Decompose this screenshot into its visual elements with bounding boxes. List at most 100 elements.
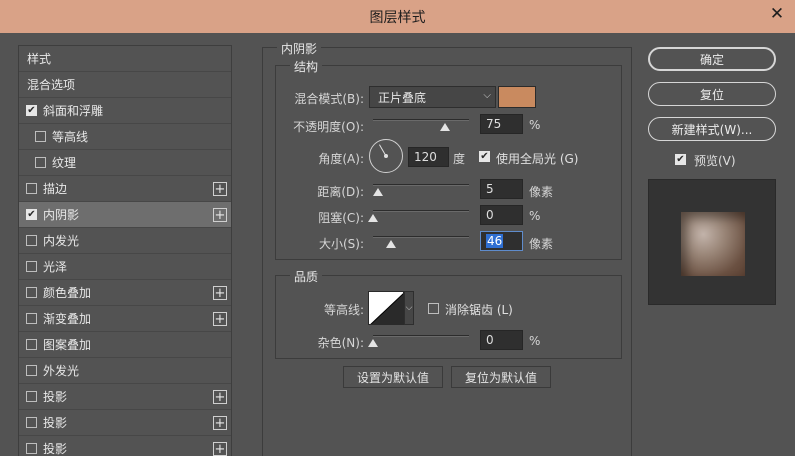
- contour-preview[interactable]: [368, 291, 404, 325]
- noise-label: 杂色(N):: [317, 336, 364, 350]
- add-icon[interactable]: +: [213, 442, 227, 456]
- noise-input[interactable]: 0: [480, 330, 523, 350]
- global-light-checkbox[interactable]: ✔: [479, 151, 490, 162]
- noise-unit: %: [529, 334, 541, 348]
- style-checkbox[interactable]: [26, 443, 37, 454]
- blend-mode-value: 正片叠底: [378, 90, 427, 105]
- size-slider[interactable]: [373, 236, 469, 238]
- angle-dial[interactable]: [369, 139, 403, 173]
- style-list-item[interactable]: 投影 +: [19, 436, 231, 456]
- contour-curve: [370, 293, 403, 324]
- style-list-item[interactable]: ✔ 斜面和浮雕: [19, 98, 231, 124]
- opacity-unit: %: [529, 118, 541, 132]
- choke-unit: %: [529, 209, 541, 223]
- antialias-checkbox[interactable]: [428, 303, 439, 314]
- style-checkbox[interactable]: [35, 131, 46, 142]
- window-title: 图层样式: [369, 9, 426, 26]
- add-icon[interactable]: +: [213, 416, 227, 430]
- style-checkbox[interactable]: ✔: [26, 209, 37, 220]
- distance-slider[interactable]: [373, 184, 469, 186]
- style-list-item[interactable]: 等高线: [19, 124, 231, 150]
- style-list-label: 内阴影: [43, 208, 80, 222]
- inner-shadow-title: 内阴影: [277, 40, 322, 57]
- style-list-label: 内发光: [43, 234, 80, 248]
- style-list-item[interactable]: 纹理: [19, 150, 231, 176]
- opacity-slider[interactable]: [373, 119, 469, 121]
- style-list-item[interactable]: ✔ 内阴影 +: [19, 202, 231, 228]
- choke-input[interactable]: 0: [480, 205, 523, 225]
- preview-checkbox[interactable]: ✔: [675, 154, 686, 165]
- choke-slider-thumb[interactable]: [368, 214, 378, 222]
- style-list-item[interactable]: 混合选项: [19, 72, 231, 98]
- angle-value: 120: [414, 150, 437, 164]
- distance-input[interactable]: 5: [480, 179, 523, 199]
- size-unit: 像素: [529, 237, 554, 251]
- add-icon[interactable]: +: [213, 286, 227, 300]
- noise-slider[interactable]: [373, 335, 469, 337]
- style-list-item[interactable]: 外发光: [19, 358, 231, 384]
- choke-label: 阻塞(C):: [318, 211, 364, 225]
- noise-slider-thumb[interactable]: [368, 339, 378, 347]
- distance-slider-thumb[interactable]: [372, 188, 383, 196]
- size-input[interactable]: 46: [480, 231, 523, 251]
- style-checkbox[interactable]: [26, 287, 37, 298]
- style-list-label: 斜面和浮雕: [43, 104, 104, 118]
- style-list-item[interactable]: 投影 +: [19, 384, 231, 410]
- add-icon[interactable]: +: [213, 182, 227, 196]
- angle-unit: 度: [453, 152, 466, 166]
- style-list-label: 等高线: [52, 130, 89, 144]
- style-list-item[interactable]: 渐变叠加 +: [19, 306, 231, 332]
- style-list-item[interactable]: 样式: [19, 46, 231, 72]
- add-icon[interactable]: +: [213, 312, 227, 326]
- angle-dial-center: [384, 154, 388, 158]
- style-list-item[interactable]: 描边 +: [19, 176, 231, 202]
- add-icon[interactable]: +: [213, 208, 227, 222]
- global-light-label: 使用全局光 (G): [496, 152, 579, 166]
- style-checkbox[interactable]: [26, 339, 37, 350]
- reset-button[interactable]: 复位: [648, 82, 776, 106]
- preview-panel: [648, 179, 776, 305]
- style-checkbox[interactable]: ✔: [26, 105, 37, 116]
- opacity-label: 不透明度(O):: [293, 120, 364, 134]
- add-icon[interactable]: +: [213, 390, 227, 404]
- angle-input[interactable]: 120: [408, 147, 449, 167]
- distance-value: 5: [486, 182, 494, 196]
- style-list-item[interactable]: 内发光: [19, 228, 231, 254]
- style-checkbox[interactable]: [26, 183, 37, 194]
- style-checkbox[interactable]: [26, 313, 37, 324]
- style-list-label: 混合选项: [27, 78, 76, 92]
- reset-default-button[interactable]: 复位为默认值: [451, 366, 551, 388]
- choke-slider[interactable]: [373, 210, 469, 212]
- style-list-label: 外发光: [43, 364, 80, 378]
- make-default-button[interactable]: 设置为默认值: [343, 366, 443, 388]
- distance-unit: 像素: [529, 185, 554, 199]
- style-list-label: 图案叠加: [43, 338, 92, 352]
- style-list-item[interactable]: 图案叠加: [19, 332, 231, 358]
- style-checkbox[interactable]: [35, 157, 46, 168]
- style-checkbox[interactable]: [26, 417, 37, 428]
- style-list-label: 纹理: [52, 156, 77, 170]
- style-list-item[interactable]: 颜色叠加 +: [19, 280, 231, 306]
- style-list-label: 投影: [43, 416, 68, 430]
- blend-mode-select[interactable]: 正片叠底 ⌵: [369, 86, 496, 108]
- title-bar: 图层样式 ✕: [0, 0, 795, 33]
- style-checkbox[interactable]: [26, 365, 37, 376]
- style-checkbox[interactable]: [26, 391, 37, 402]
- new-style-button[interactable]: 新建样式(W)...: [648, 117, 776, 141]
- style-checkbox[interactable]: [26, 235, 37, 246]
- size-slider-thumb[interactable]: [386, 240, 397, 248]
- style-list-label: 样式: [27, 52, 52, 66]
- style-checkbox[interactable]: [26, 261, 37, 272]
- angle-label: 角度(A):: [318, 152, 364, 166]
- close-icon[interactable]: ✕: [759, 0, 795, 28]
- ok-button[interactable]: 确定: [648, 47, 776, 71]
- style-list-item[interactable]: 投影 +: [19, 410, 231, 436]
- chevron-down-icon: ⌵: [405, 303, 413, 313]
- blend-color-swatch[interactable]: [498, 86, 536, 108]
- preview-label: 预览(V): [694, 154, 736, 168]
- opacity-slider-thumb[interactable]: [440, 123, 450, 131]
- style-list-item[interactable]: 光泽: [19, 254, 231, 280]
- contour-dropdown[interactable]: ⌵: [404, 291, 414, 325]
- quality-title: 品质: [290, 268, 323, 285]
- opacity-input[interactable]: 75: [480, 114, 523, 134]
